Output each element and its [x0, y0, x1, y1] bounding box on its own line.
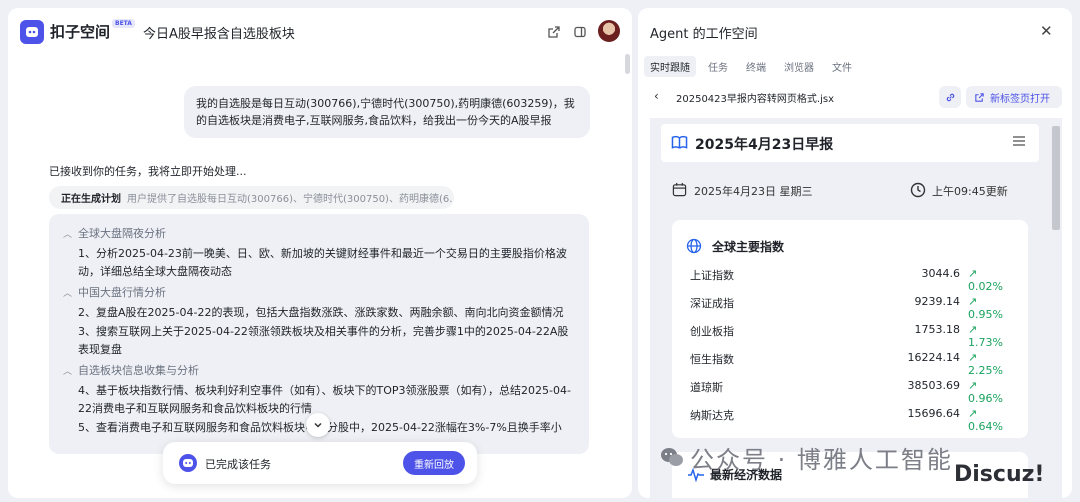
book-icon — [671, 135, 688, 149]
link-icon — [946, 93, 954, 101]
index-row: 深证成指 9239.14 ↗ 0.95% — [690, 295, 1003, 321]
plan-section-title[interactable]: ︿ 全球大盘隔夜分析 — [63, 225, 575, 244]
index-row: 恒生指数 16224.14 ↗ 2.25% — [690, 351, 1003, 377]
trend-up-icon: ↗ — [968, 323, 978, 336]
back-icon[interactable]: ‹ — [654, 89, 659, 103]
workspace-tabs: 实时跟随 任务 终端 浏览器 文件 — [644, 56, 864, 77]
tab-terminal[interactable]: 终端 — [740, 56, 772, 77]
app-logo-icon[interactable] — [20, 20, 44, 44]
menu-icon[interactable] — [1013, 136, 1025, 146]
calendar-icon — [672, 182, 687, 197]
app-name: 扣子空间 — [50, 23, 111, 41]
tab-tasks[interactable]: 任务 — [702, 56, 734, 77]
done-text: 已完成该任务 — [205, 458, 271, 471]
plan-summary: 用户提供了自选股每日互动(300766)、宁德时代(300750)、药明康德(6… — [127, 194, 454, 205]
watermark-text: 公众号 · 博雅人工智能 — [690, 446, 953, 474]
date-row: 2025年4月23日 星期三 上午09:45更新 — [672, 180, 1032, 200]
tab-files[interactable]: 文件 — [826, 56, 858, 77]
report-date: 2025年4月23日 星期三 — [694, 185, 813, 198]
plan-step: 2、复盘A股在2025-04-22的表现，包括大盘指数涨跌、涨跌家数、两融余额、… — [78, 306, 564, 319]
plan-section-title[interactable]: ︿ 自选板块信息收集与分析 — [63, 362, 575, 381]
replay-button[interactable]: 重新回放 — [403, 451, 465, 475]
file-bar: ‹ 20250423早报内容转网页格式.jsx 新标签页打开 — [650, 86, 1062, 108]
trend-up-icon: ↗ — [968, 351, 978, 364]
chevron-up-icon: ︿ — [63, 230, 73, 240]
agent-face-icon — [179, 454, 197, 472]
chat-scrollbar[interactable] — [625, 54, 630, 74]
workspace-title: Agent 的工作空间 — [650, 27, 758, 42]
task-complete-bar: 已完成该任务 重新回放 — [163, 442, 477, 484]
trend-up-icon: ↗ — [968, 295, 978, 308]
user-avatar[interactable] — [598, 20, 620, 42]
open-new-tab-button[interactable]: 新标签页打开 — [966, 86, 1062, 108]
index-row: 道琼斯 38503.69 ↗ 0.96% — [690, 379, 1003, 405]
chevron-up-icon: ︿ — [63, 367, 73, 377]
split-view-icon[interactable] — [570, 22, 590, 42]
indices-card: 全球主要指数 上证指数 3044.6 ↗ 0.02% 深证成指 9239.14 … — [672, 220, 1028, 438]
chat-title: 今日A股早报含自选股板块 — [143, 27, 295, 42]
plan-step: 1、分析2025-04-23前一晚美、日、欧、新加坡的关键财经事件和最近一个交易… — [78, 247, 567, 278]
beta-badge: BETA — [112, 19, 135, 28]
preview-scrollbar[interactable] — [1052, 126, 1060, 230]
plan-status: 正在生成计划 — [61, 194, 121, 205]
indices-title: 全球主要指数 — [712, 240, 785, 254]
globe-icon — [686, 238, 702, 254]
plan-step: 3、搜索互联网上关于2025-04-22领涨领跌板块及相关事件的分析，完善步骤1… — [78, 325, 569, 356]
trend-up-icon: ↗ — [968, 379, 978, 392]
index-row: 创业板指 1753.18 ↗ 1.73% — [690, 323, 1003, 349]
discuz-watermark: Discuz! — [954, 462, 1045, 487]
plan-status-pill[interactable]: 正在生成计划 用户提供了自选股每日互动(300766)、宁德时代(300750)… — [49, 186, 454, 209]
chevron-up-icon: ︿ — [63, 289, 73, 299]
index-row: 纳斯达克 15696.64 ↗ 0.64% — [690, 407, 1003, 433]
tab-live-follow[interactable]: 实时跟随 — [644, 56, 696, 77]
report-title: 2025年4月23日早报 — [695, 137, 834, 153]
index-row: 上证指数 3044.6 ↗ 0.02% — [690, 267, 1003, 293]
trend-up-icon: ↗ — [968, 267, 978, 280]
wechat-icon — [661, 448, 683, 466]
update-time: 上午09:45更新 — [932, 185, 1008, 198]
link-button[interactable] — [939, 86, 961, 108]
file-name: 20250423早报内容转网页格式.jsx — [676, 94, 834, 105]
external-link-icon — [975, 92, 984, 102]
user-message: 我的自选股是每日互动(300766),宁德时代(300750),药明康德(603… — [184, 86, 590, 138]
workspace-panel: Agent 的工作空间 ✕ 实时跟随 任务 终端 浏览器 文件 ‹ 202504… — [638, 8, 1072, 498]
chat-header: 扣子空间 BETA 今日A股早报含自选股板块 — [8, 8, 632, 56]
close-icon[interactable]: ✕ — [1040, 22, 1053, 40]
chevron-down-icon — [314, 422, 322, 428]
plan-section-title[interactable]: ︿ 中国大盘行情分析 — [63, 284, 575, 303]
clock-icon — [910, 182, 926, 198]
share-icon[interactable] — [544, 22, 564, 42]
chat-panel: 扣子空间 BETA 今日A股早报含自选股板块 我的自选股是每日互动(300766… — [8, 8, 632, 498]
tab-browser[interactable]: 浏览器 — [778, 56, 820, 77]
trend-up-icon: ↗ — [968, 407, 978, 420]
assistant-reply: 已接收到你的任务，我将立即开始处理... — [49, 165, 247, 178]
scroll-down-button[interactable] — [306, 413, 330, 437]
report-title-card: 2025年4月23日早报 — [661, 124, 1039, 162]
